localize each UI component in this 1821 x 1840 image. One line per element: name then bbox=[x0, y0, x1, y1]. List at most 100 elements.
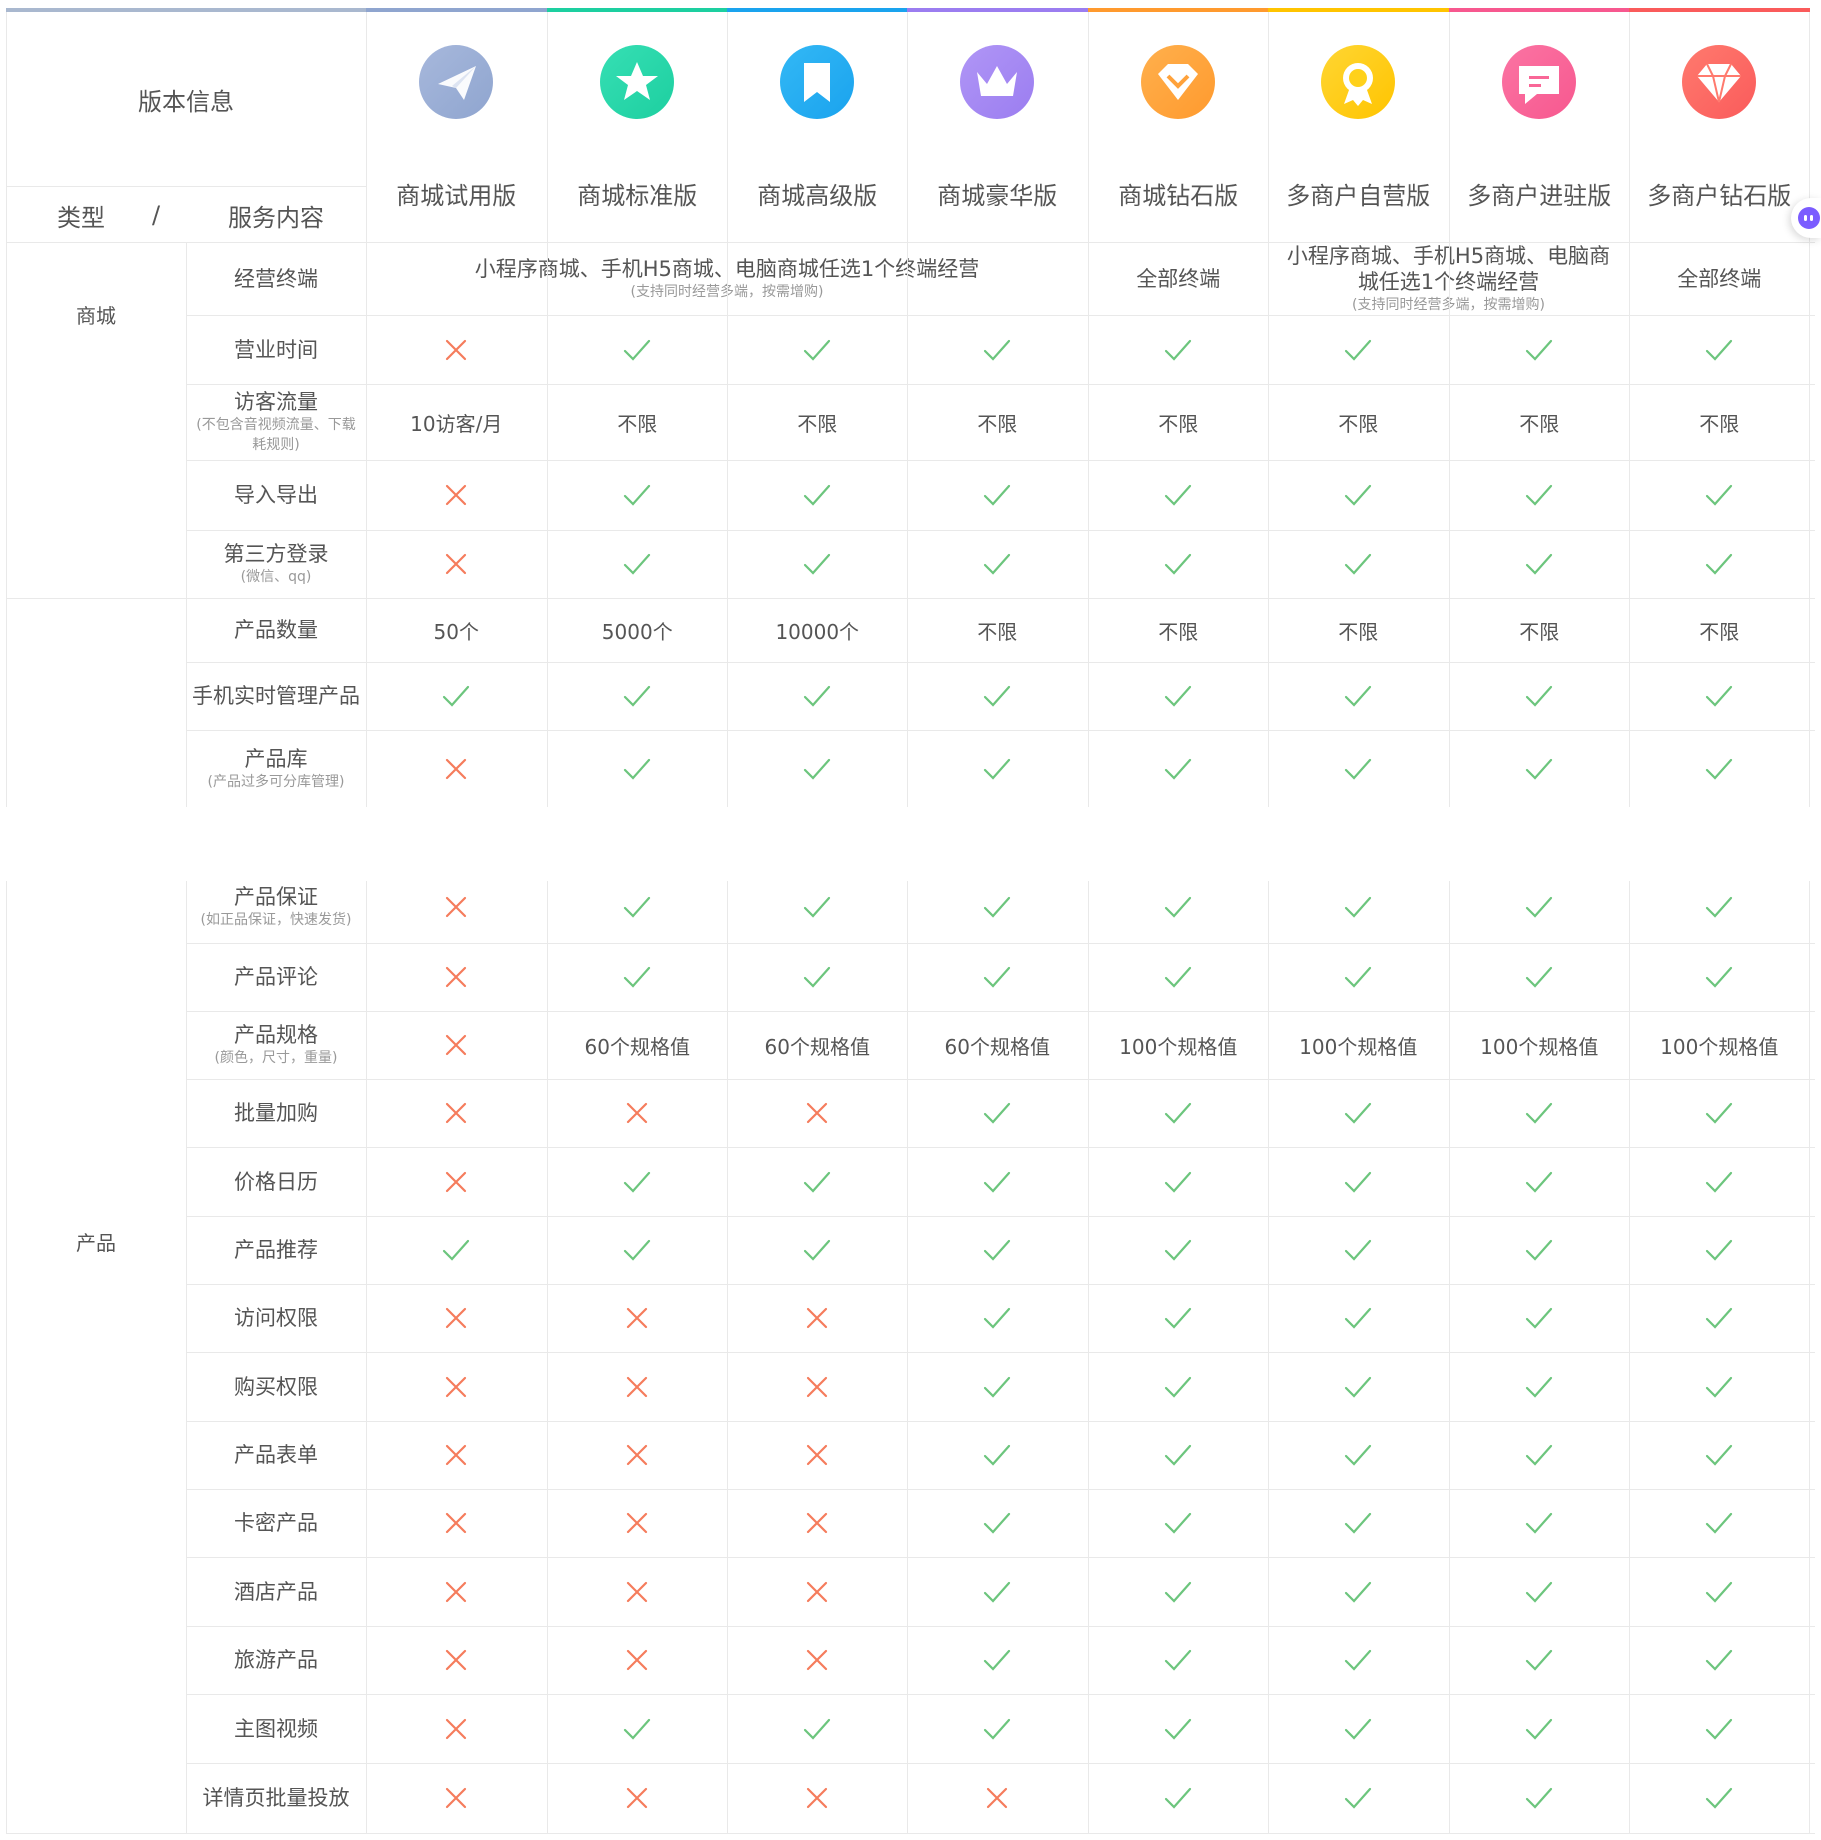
check-icon bbox=[1706, 1239, 1733, 1261]
row-label-note: (微信、qq) bbox=[240, 569, 312, 585]
row-label-text: 第三方登录 bbox=[223, 542, 329, 566]
row-label: 主图视频 bbox=[186, 1694, 366, 1763]
chat-icon bbox=[1502, 45, 1577, 119]
check-icon bbox=[1526, 1307, 1553, 1329]
check-icon bbox=[984, 1239, 1011, 1261]
check-icon bbox=[1165, 1649, 1192, 1671]
column-divider bbox=[727, 881, 728, 1834]
check-icon bbox=[984, 896, 1011, 918]
check-icon bbox=[984, 1102, 1011, 1124]
row-label: 导入导出 bbox=[186, 460, 366, 530]
row-label-text: 批量加购 bbox=[234, 1101, 318, 1125]
cross-icon bbox=[627, 1307, 648, 1329]
plan-top-bar bbox=[547, 8, 728, 12]
row-label-text: 价格日历 bbox=[234, 1169, 318, 1194]
check-icon bbox=[1165, 1581, 1192, 1603]
check-icon bbox=[1526, 553, 1553, 575]
check-icon bbox=[804, 1718, 831, 1740]
cross-icon bbox=[987, 1787, 1008, 1809]
row-divider bbox=[6, 186, 366, 187]
cross-icon bbox=[446, 553, 467, 575]
chat-assistant-bubble[interactable] bbox=[1791, 198, 1821, 238]
check-icon bbox=[984, 1376, 1011, 1398]
row-label: 价格日历 bbox=[186, 1147, 366, 1216]
cell-value: 不限 bbox=[977, 411, 1018, 436]
row-label-text: 产品保证 bbox=[234, 885, 318, 909]
plan-name: 商城豪华版 bbox=[937, 181, 1058, 210]
row-label-text: 手机实时管理产品 bbox=[192, 684, 360, 708]
row-label-text: 经营终端 bbox=[234, 266, 318, 291]
row-label: 卡密产品 bbox=[186, 1489, 366, 1557]
row-divider bbox=[6, 1833, 1815, 1834]
category-mall: 商城 bbox=[76, 304, 116, 328]
row-label-text: 购买权限 bbox=[234, 1374, 318, 1399]
star-icon bbox=[600, 45, 675, 119]
row-divider bbox=[186, 315, 1815, 316]
check-icon bbox=[624, 966, 651, 988]
plan-top-bar bbox=[366, 8, 547, 12]
cross-icon bbox=[446, 1581, 467, 1602]
check-icon bbox=[984, 339, 1011, 361]
plan-top-bar bbox=[1629, 8, 1810, 12]
check-icon bbox=[1165, 1718, 1192, 1740]
check-icon bbox=[624, 1239, 651, 1261]
cross-icon bbox=[446, 1307, 467, 1329]
cross-icon bbox=[446, 484, 467, 506]
row-label-text: 主图视频 bbox=[234, 1716, 318, 1741]
check-icon bbox=[1526, 1718, 1553, 1740]
column-divider bbox=[1809, 12, 1810, 807]
row-divider bbox=[186, 1421, 1815, 1422]
terminal-diamond: 全部终端 bbox=[1136, 266, 1221, 291]
check-icon bbox=[1345, 758, 1372, 780]
check-icon bbox=[1345, 1239, 1372, 1261]
check-icon bbox=[1165, 1444, 1192, 1466]
cross-icon bbox=[627, 1787, 648, 1809]
cell-value: 100个规格值 bbox=[1480, 1034, 1599, 1059]
plan-top-bar bbox=[1088, 8, 1269, 12]
check-icon bbox=[984, 1444, 1011, 1466]
column-divider bbox=[1629, 12, 1630, 807]
row-divider bbox=[186, 730, 1815, 731]
cross-icon bbox=[446, 758, 467, 779]
cell-value: 50个 bbox=[433, 619, 479, 644]
row-label: 购买权限 bbox=[186, 1352, 366, 1421]
row-label-text: 酒店产品 bbox=[234, 1579, 318, 1604]
cross-icon bbox=[807, 1581, 828, 1602]
check-icon bbox=[1706, 553, 1733, 575]
cross-icon bbox=[807, 1512, 828, 1534]
plan-top-bar bbox=[1268, 8, 1449, 12]
row-label: 旅游产品 bbox=[186, 1626, 366, 1694]
cell-value: 不限 bbox=[1699, 619, 1740, 644]
cell-value: 不限 bbox=[797, 411, 838, 436]
column-divider bbox=[366, 12, 367, 807]
row-label: 产品数量 bbox=[186, 598, 366, 662]
check-icon bbox=[1526, 1787, 1553, 1809]
cross-icon bbox=[627, 1444, 648, 1466]
check-icon bbox=[1706, 1171, 1733, 1193]
row-label: 产品库 (产品过多可分库管理) bbox=[186, 730, 366, 807]
check-icon bbox=[1706, 1376, 1733, 1398]
row-divider bbox=[186, 662, 1815, 663]
plan-name: 多商户钻石版 bbox=[1647, 181, 1792, 210]
gem-check-icon bbox=[1141, 45, 1216, 119]
cross-icon bbox=[446, 1718, 467, 1739]
check-icon bbox=[1706, 1581, 1733, 1603]
cross-icon bbox=[807, 1444, 828, 1466]
check-icon bbox=[1165, 1376, 1192, 1398]
check-icon bbox=[624, 339, 651, 361]
column-divider bbox=[907, 12, 908, 807]
check-icon bbox=[984, 1171, 1011, 1193]
cross-icon bbox=[446, 339, 467, 360]
cross-icon bbox=[446, 1444, 467, 1466]
check-icon bbox=[804, 339, 831, 361]
check-icon bbox=[1165, 339, 1192, 361]
check-icon bbox=[1706, 896, 1733, 918]
row-label: 访客流量 (不包含音视频流量、下载耗规则) bbox=[186, 384, 366, 460]
row-divider bbox=[186, 530, 1815, 531]
column-divider bbox=[1449, 12, 1450, 807]
check-icon bbox=[1345, 896, 1372, 918]
column-divider bbox=[366, 881, 367, 1834]
check-icon bbox=[1165, 1171, 1192, 1193]
cell-value: 5000个 bbox=[601, 619, 673, 644]
check-icon bbox=[1345, 1444, 1372, 1466]
